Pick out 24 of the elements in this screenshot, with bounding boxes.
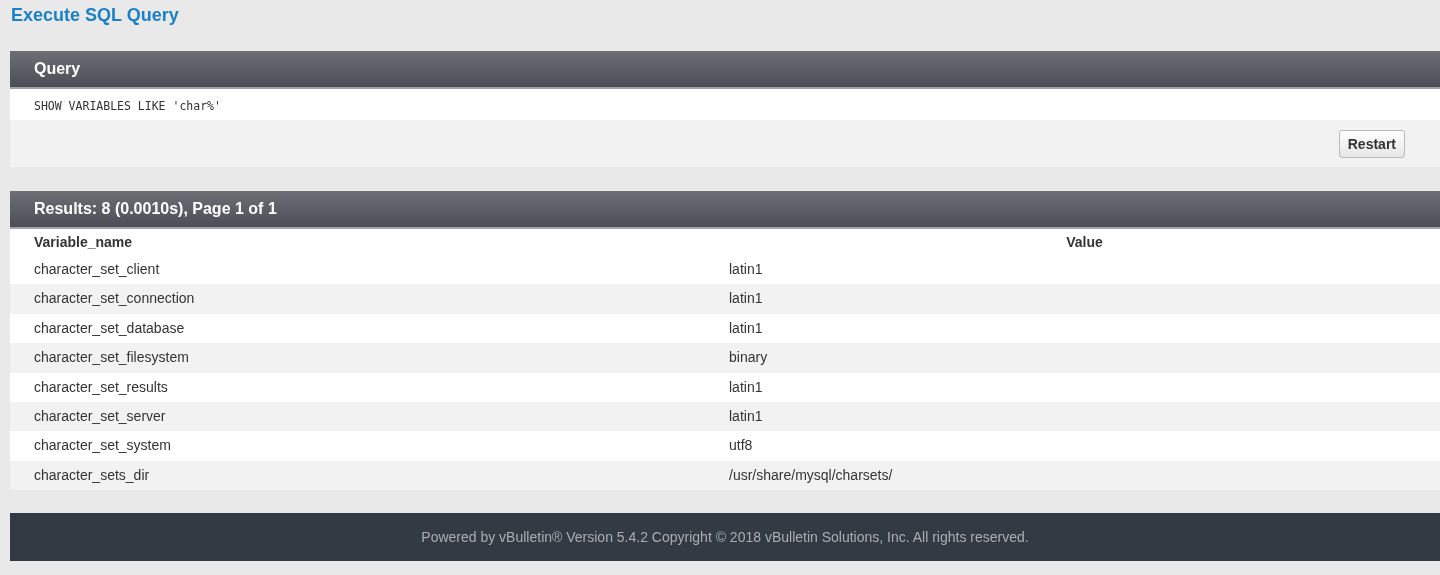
page-title: Execute SQL Query	[10, 4, 180, 27]
table-cell-text: character_set_server	[34, 406, 167, 426]
table-cell-text: latin1	[729, 260, 764, 279]
table-cell-text: character_set_client	[34, 260, 161, 279]
table-cell-text: latin1	[729, 406, 764, 426]
column-header: Variable_name	[34, 233, 134, 252]
table-cell-text: character_set_system	[34, 436, 172, 456]
table-cell-text: utf8	[729, 436, 754, 456]
table-cell-text: character_sets_dir	[34, 465, 151, 485]
table-cell-text: character_set_results	[34, 377, 169, 397]
table-cell-text: character_set_connection	[34, 289, 196, 309]
table-cell-text: latin1	[729, 289, 764, 309]
footer-bar: Powered by vBulletin® Version 5.4.2 Copyright © 2018 vBulletin Solutions, Inc. All rights reserved.	[10, 513, 1440, 562]
column-header: Value	[1065, 233, 1104, 252]
table-cell-text: character_set_filesystem	[34, 348, 190, 368]
table-cell-text: /usr/share/mysql/charsets/	[729, 465, 894, 485]
table-cell-text: latin1	[729, 318, 764, 338]
restart-button[interactable]: Restart	[1338, 129, 1405, 158]
table-cell-text: character_set_database	[34, 318, 186, 338]
panel-header: Query	[10, 51, 1440, 89]
table-cell-text: latin1	[729, 377, 764, 397]
query-text: SHOW VARIABLES LIKE 'char%'	[34, 99, 221, 113]
panel-header: Results: 8 (0.0010s), Page 1 of 1	[10, 191, 1440, 229]
table-cell-text: binary	[729, 348, 769, 368]
